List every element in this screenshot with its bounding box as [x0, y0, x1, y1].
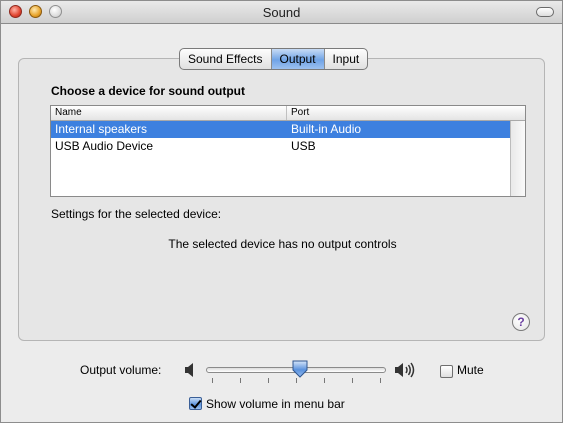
volume-tick: [352, 378, 353, 383]
volume-tick: [380, 378, 381, 383]
output-panel: [18, 58, 545, 341]
tab-bar: Sound Effects Output Input: [179, 48, 369, 70]
tab-sound-effects[interactable]: Sound Effects: [180, 49, 272, 69]
tab-output[interactable]: Output: [271, 49, 325, 69]
toolbar-toggle-button[interactable]: [536, 7, 554, 17]
tab-input[interactable]: Input: [325, 49, 368, 69]
device-name: USB Audio Device: [55, 139, 154, 153]
column-header-name[interactable]: Name: [51, 106, 287, 120]
device-section-heading: Choose a device for sound output: [51, 84, 246, 98]
table-scrollbar[interactable]: [510, 121, 525, 196]
speaker-high-icon[interactable]: [393, 361, 415, 379]
volume-slider-knob[interactable]: [292, 360, 308, 378]
output-volume-label: Output volume:: [80, 363, 162, 377]
volume-slider-ticks: [206, 378, 386, 384]
column-header-port[interactable]: Port: [287, 106, 509, 120]
help-button[interactable]: ?: [512, 313, 530, 331]
volume-tick: [324, 378, 325, 383]
volume-tick: [268, 378, 269, 383]
title-bar: Sound: [1, 1, 562, 24]
mute-label: Mute: [457, 363, 484, 377]
device-port: Built-in Audio: [291, 122, 362, 136]
speaker-low-icon[interactable]: [182, 362, 198, 378]
mute-checkbox[interactable]: [440, 365, 453, 378]
settings-label: Settings for the selected device:: [51, 207, 222, 221]
sound-preferences-window: Sound Sound Effects Output Input Choose …: [0, 0, 563, 423]
show-volume-in-menu-bar-checkbox[interactable]: [189, 397, 202, 410]
device-port: USB: [291, 139, 316, 153]
show-volume-in-menu-bar-label: Show volume in menu bar: [206, 397, 345, 411]
window-title: Sound: [262, 5, 301, 20]
no-controls-message: The selected device has no output contro…: [168, 237, 397, 251]
device-name: Internal speakers: [55, 122, 148, 136]
table-row[interactable]: USB Audio Device USB: [51, 138, 525, 155]
volume-tick: [296, 378, 297, 383]
volume-tick: [240, 378, 241, 383]
output-device-table[interactable]: Name Port Internal speakers Built-in Aud…: [50, 105, 526, 197]
table-row[interactable]: Internal speakers Built-in Audio: [51, 121, 525, 138]
table-header: Name Port: [51, 106, 525, 121]
volume-tick: [212, 378, 213, 383]
